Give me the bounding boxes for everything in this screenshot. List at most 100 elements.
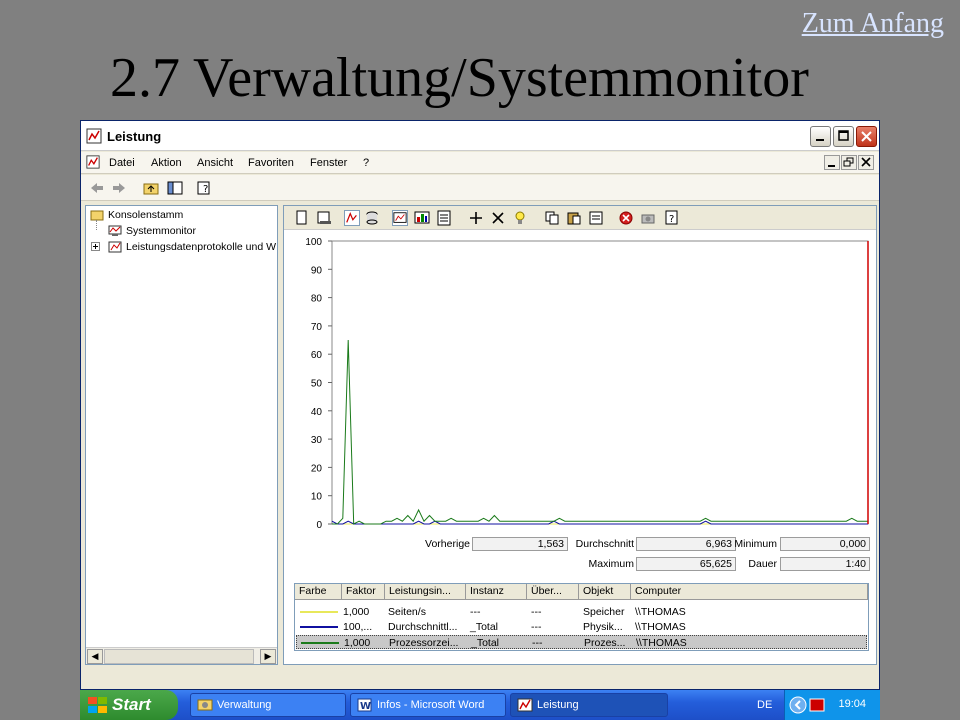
leistung-window: Leistung Datei Aktion Ansicht Favoriten … xyxy=(80,120,880,690)
view-report-icon[interactable] xyxy=(436,210,452,226)
forward-arrow-icon[interactable] xyxy=(111,181,127,195)
mdi-app-icon[interactable] xyxy=(86,155,100,169)
legend-row-selected[interactable]: 1,000 Prozessorzei... _Total --- Prozes.… xyxy=(296,635,867,649)
legend-header-factor[interactable]: Faktor xyxy=(342,584,385,600)
tree-connector xyxy=(96,220,97,230)
stat-avg-value: 6,963 xyxy=(636,537,736,551)
main-toolbar: ? xyxy=(81,175,879,201)
help-icon[interactable]: ? xyxy=(664,210,680,226)
menu-favoriten[interactable]: Favoriten xyxy=(248,157,294,169)
back-arrow-icon[interactable] xyxy=(89,181,105,195)
legend-counter: Seiten/s xyxy=(388,606,426,618)
legend-row[interactable]: 100,... Durchschnittl... _Total --- Phys… xyxy=(296,620,867,634)
minimize-icon xyxy=(816,139,824,141)
copy-properties-icon[interactable] xyxy=(544,210,560,226)
freeze-display-icon[interactable] xyxy=(618,210,634,226)
scroll-thumb[interactable] xyxy=(104,649,254,664)
task-verwaltung[interactable]: Verwaltung xyxy=(190,693,346,717)
perf-logs-icon xyxy=(108,241,122,253)
mdi-restore-button[interactable] xyxy=(841,155,857,170)
task-word[interactable]: W Infos - Microsoft Word xyxy=(350,693,506,717)
legend-header-color[interactable]: Farbe xyxy=(295,584,342,600)
mdi-close-button[interactable] xyxy=(858,155,874,170)
console-tree: Konsolenstamm Systemmonitor Leistungsdat… xyxy=(85,205,278,665)
legend-instance: _Total xyxy=(471,637,500,649)
menu-bar: Datei Aktion Ansicht Favoriten Fenster ? xyxy=(81,152,879,174)
tree-item-systemmonitor[interactable]: Systemmonitor xyxy=(126,225,196,237)
legend-header-parent[interactable]: Über... xyxy=(527,584,579,600)
scroll-right-button[interactable]: ▶ xyxy=(260,649,276,664)
update-data-icon[interactable] xyxy=(640,210,656,226)
legend-row[interactable]: 1,000 Seiten/s --- --- Speicher \\THOMAS xyxy=(296,605,867,619)
stat-last-value: 1,563 xyxy=(472,537,568,551)
menu-aktion[interactable]: Aktion xyxy=(151,157,182,169)
language-indicator[interactable]: DE xyxy=(757,699,772,711)
task-leistung[interactable]: Leistung xyxy=(510,693,668,717)
show-hide-tree-icon[interactable] xyxy=(167,181,183,195)
folder-icon xyxy=(90,210,104,221)
y-tick-label: 60 xyxy=(311,350,323,361)
tray-app-icon[interactable] xyxy=(809,698,825,712)
properties-icon[interactable] xyxy=(588,210,604,226)
legend-parent: --- xyxy=(531,621,542,633)
legend-header-computer[interactable]: Computer xyxy=(631,584,868,600)
menu-datei[interactable]: Datei xyxy=(109,157,135,169)
plot-area xyxy=(331,240,869,525)
log-data-icon[interactable] xyxy=(364,210,380,226)
start-label: Start xyxy=(112,695,151,714)
system-monitor-icon xyxy=(108,225,122,236)
title-bar[interactable]: Leistung xyxy=(81,121,879,151)
legend-object: Prozes... xyxy=(584,637,626,649)
legend-counter: Durchschnittl... xyxy=(388,621,458,633)
highlight-lightbulb-icon[interactable] xyxy=(512,210,528,226)
legend-header-instance[interactable]: Instanz xyxy=(466,584,527,600)
color-swatch xyxy=(300,611,338,613)
menu-fenster[interactable]: Fenster xyxy=(310,157,347,169)
current-activity-icon[interactable] xyxy=(344,210,360,226)
close-icon xyxy=(861,157,871,167)
clear-display-icon[interactable] xyxy=(316,210,332,226)
task-label: Verwaltung xyxy=(217,699,272,711)
expand-plus-icon[interactable] xyxy=(91,242,100,251)
menu-ansicht[interactable]: Ansicht xyxy=(197,157,233,169)
legend-computer: \\THOMAS xyxy=(635,606,686,618)
up-folder-icon[interactable] xyxy=(143,181,159,195)
help-icon[interactable]: ? xyxy=(197,181,213,195)
maximize-icon xyxy=(838,130,849,141)
word-doc-icon: W xyxy=(357,698,372,712)
legend-parent: --- xyxy=(531,606,542,618)
minimize-button[interactable] xyxy=(810,126,831,147)
tree-item-konsolenstamm[interactable]: Konsolenstamm xyxy=(108,209,183,221)
stat-max-label: Maximum xyxy=(588,558,634,570)
task-label: Infos - Microsoft Word xyxy=(377,699,485,711)
tree-item-leistungsdatenprotokolle[interactable]: Leistungsdatenprotokolle und W xyxy=(126,241,276,253)
tray-expand-icon[interactable] xyxy=(789,696,807,714)
tree-horizontal-scrollbar[interactable]: ◀ ▶ xyxy=(86,647,277,664)
menu-help[interactable]: ? xyxy=(363,157,369,169)
legend-header-counter[interactable]: Leistungsin... xyxy=(385,584,466,600)
legend-instance: _Total xyxy=(470,621,499,633)
taskbar: Start Verwaltung W Infos - Microsoft Wor… xyxy=(80,690,880,720)
legend-factor: 1,000 xyxy=(343,606,370,618)
legend-instance: --- xyxy=(470,606,481,618)
color-swatch xyxy=(301,642,339,644)
monitor-toolbar: ? xyxy=(284,206,876,230)
legend-header-object[interactable]: Objekt xyxy=(579,584,631,600)
delete-counter-icon[interactable] xyxy=(490,210,506,226)
view-graph-icon[interactable] xyxy=(392,210,408,226)
color-swatch xyxy=(300,626,338,628)
new-counter-set-icon[interactable] xyxy=(294,210,310,226)
add-counter-icon[interactable] xyxy=(468,210,484,226)
scroll-left-button[interactable]: ◀ xyxy=(87,649,103,664)
maximize-button[interactable] xyxy=(833,126,854,147)
clock: 19:04 xyxy=(838,698,866,710)
close-button[interactable] xyxy=(856,126,877,147)
zum-anfang-link[interactable]: Zum Anfang xyxy=(802,8,944,40)
stat-duration-value: 1:40 xyxy=(780,557,870,571)
y-tick-label: 80 xyxy=(311,294,323,305)
legend-factor: 1,000 xyxy=(344,637,371,649)
mdi-minimize-button[interactable] xyxy=(824,155,840,170)
paste-counter-list-icon[interactable] xyxy=(566,210,582,226)
view-histogram-icon[interactable] xyxy=(414,210,430,226)
start-button[interactable]: Start xyxy=(80,690,178,720)
